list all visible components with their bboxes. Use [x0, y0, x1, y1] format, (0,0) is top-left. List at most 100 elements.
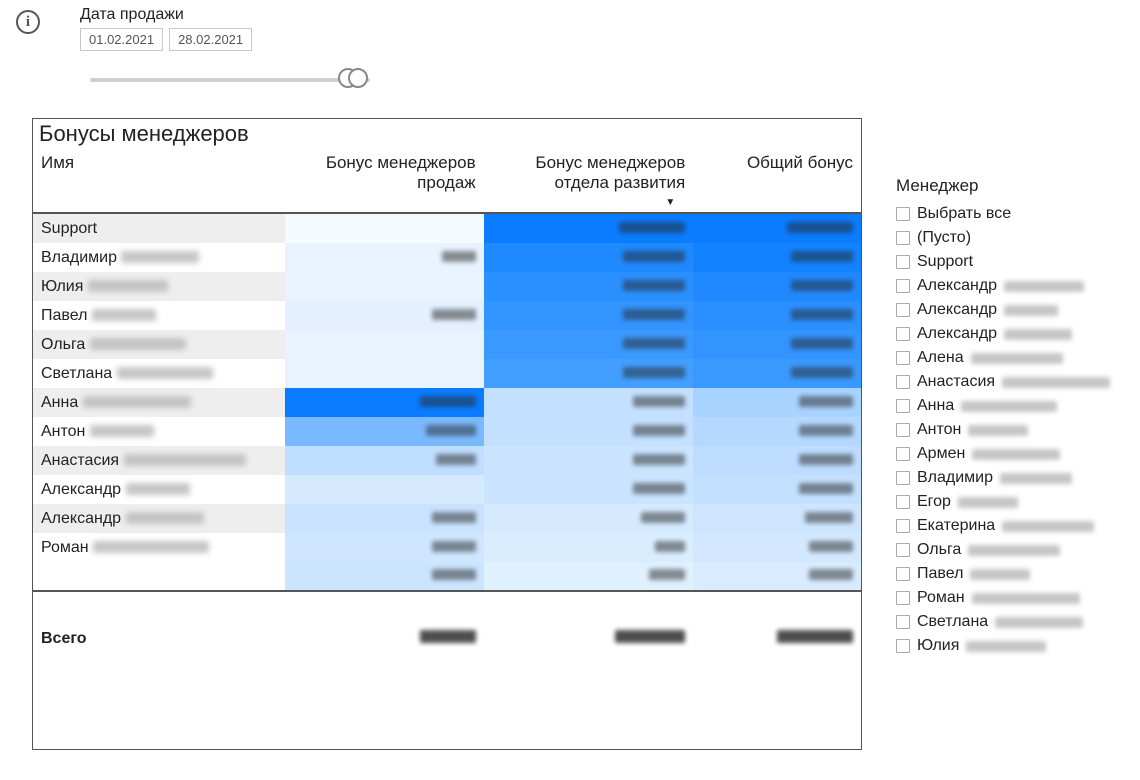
table-title: Бонусы менеджеров [33, 119, 861, 147]
bonus-table: Имя Бонус менеджеров продаж Бонус менедж… [33, 147, 861, 649]
slider-thumb-end[interactable] [348, 68, 368, 88]
filter-item[interactable]: Александр [896, 274, 1128, 298]
checkbox-icon[interactable] [896, 279, 910, 293]
checkbox-icon[interactable] [896, 495, 910, 509]
cell-name: Павел [33, 301, 285, 330]
info-icon[interactable]: i [16, 10, 40, 34]
table-row[interactable]: Александр [33, 475, 861, 504]
checkbox-icon[interactable] [896, 399, 910, 413]
cell-dev-bonus [484, 475, 694, 504]
table-row[interactable]: Антон [33, 417, 861, 446]
checkbox-icon[interactable] [896, 471, 910, 485]
table-row[interactable]: Support [33, 214, 861, 243]
table-row[interactable]: Александр [33, 504, 861, 533]
filter-item[interactable]: Анастасия [896, 370, 1128, 394]
filter-item[interactable]: Александр [896, 322, 1128, 346]
checkbox-icon[interactable] [896, 543, 910, 557]
cell-name: Юлия [33, 272, 285, 301]
totals-label: Всего [33, 620, 285, 649]
checkbox-icon[interactable] [896, 255, 910, 269]
col-total-bonus[interactable]: Общий бонус [693, 147, 861, 197]
filter-item[interactable]: Ольга [896, 538, 1128, 562]
filter-item-label: Выбрать все [917, 203, 1011, 225]
filter-item[interactable]: Армен [896, 442, 1128, 466]
manager-filter-title: Менеджер [896, 176, 1128, 196]
cell-dev-bonus [484, 330, 694, 359]
filter-item[interactable]: Алена [896, 346, 1128, 370]
filter-item[interactable]: Александр [896, 298, 1128, 322]
table-row[interactable]: Роман [33, 533, 861, 562]
filter-item[interactable]: Юлия [896, 634, 1128, 658]
manager-filter-panel: Менеджер Выбрать все(Пусто)SupportАлекса… [896, 176, 1128, 658]
filter-item-label: Екатерина [917, 515, 995, 537]
filter-item[interactable]: Егор [896, 490, 1128, 514]
table-row[interactable]: Анастасия [33, 446, 861, 475]
cell-dev-bonus [484, 359, 694, 388]
filter-item[interactable]: Выбрать все [896, 202, 1128, 226]
cell-sales-bonus [285, 272, 484, 301]
cell-sales-bonus [285, 214, 484, 243]
filter-item-label: Александр [917, 299, 997, 321]
checkbox-icon[interactable] [896, 231, 910, 245]
filter-item[interactable]: Екатерина [896, 514, 1128, 538]
filter-item-label: Анна [917, 395, 954, 417]
date-to-input[interactable]: 28.02.2021 [169, 28, 252, 51]
date-filter-label: Дата продажи [80, 6, 252, 24]
cell-sales-bonus [285, 533, 484, 562]
cell-sales-bonus [285, 359, 484, 388]
filter-item[interactable]: Роман [896, 586, 1128, 610]
date-from-input[interactable]: 01.02.2021 [80, 28, 163, 51]
cell-sales-bonus [285, 562, 484, 591]
table-row[interactable]: Светлана [33, 359, 861, 388]
checkbox-icon[interactable] [896, 615, 910, 629]
col-name[interactable]: Имя [33, 147, 285, 197]
filter-item[interactable]: Антон [896, 418, 1128, 442]
cell-sales-bonus [285, 504, 484, 533]
checkbox-icon[interactable] [896, 639, 910, 653]
table-row[interactable]: Юлия [33, 272, 861, 301]
table-row[interactable]: Владимир [33, 243, 861, 272]
filter-item[interactable]: Павел [896, 562, 1128, 586]
filter-item[interactable]: Владимир [896, 466, 1128, 490]
cell-total-bonus [693, 475, 861, 504]
totals-sales [285, 620, 484, 649]
checkbox-icon[interactable] [896, 423, 910, 437]
totals-dev [484, 620, 694, 649]
cell-sales-bonus [285, 388, 484, 417]
cell-total-bonus [693, 214, 861, 243]
checkbox-icon[interactable] [896, 447, 910, 461]
table-row[interactable]: Анна [33, 388, 861, 417]
filter-item-label: Армен [917, 443, 965, 465]
checkbox-icon[interactable] [896, 303, 910, 317]
filter-item[interactable]: Анна [896, 394, 1128, 418]
bonus-table-container: Бонусы менеджеров Имя Бонус менеджеров п… [32, 118, 862, 750]
cell-name: Светлана [33, 359, 285, 388]
cell-name: Александр [33, 504, 285, 533]
checkbox-icon[interactable] [896, 519, 910, 533]
filter-item[interactable]: Светлана [896, 610, 1128, 634]
cell-dev-bonus [484, 214, 694, 243]
filter-item[interactable]: (Пусто) [896, 226, 1128, 250]
cell-dev-bonus [484, 301, 694, 330]
checkbox-icon[interactable] [896, 375, 910, 389]
checkbox-icon[interactable] [896, 207, 910, 221]
table-row[interactable]: Павел [33, 301, 861, 330]
cell-dev-bonus [484, 533, 694, 562]
filter-item[interactable]: Support [896, 250, 1128, 274]
checkbox-icon[interactable] [896, 591, 910, 605]
table-row[interactable] [33, 562, 861, 591]
checkbox-icon[interactable] [896, 351, 910, 365]
date-slider[interactable] [90, 78, 370, 82]
checkbox-icon[interactable] [896, 327, 910, 341]
cell-total-bonus [693, 533, 861, 562]
sort-indicator-icon[interactable]: ▼ [484, 197, 694, 213]
cell-name: Анастасия [33, 446, 285, 475]
table-row[interactable]: Ольга [33, 330, 861, 359]
cell-total-bonus [693, 243, 861, 272]
cell-dev-bonus [484, 562, 694, 591]
checkbox-icon[interactable] [896, 567, 910, 581]
col-sales-bonus[interactable]: Бонус менеджеров продаж [285, 147, 484, 197]
cell-name: Support [33, 214, 285, 243]
filter-item-label: Павел [917, 563, 963, 585]
col-dev-bonus[interactable]: Бонус менеджеров отдела развития [484, 147, 694, 197]
